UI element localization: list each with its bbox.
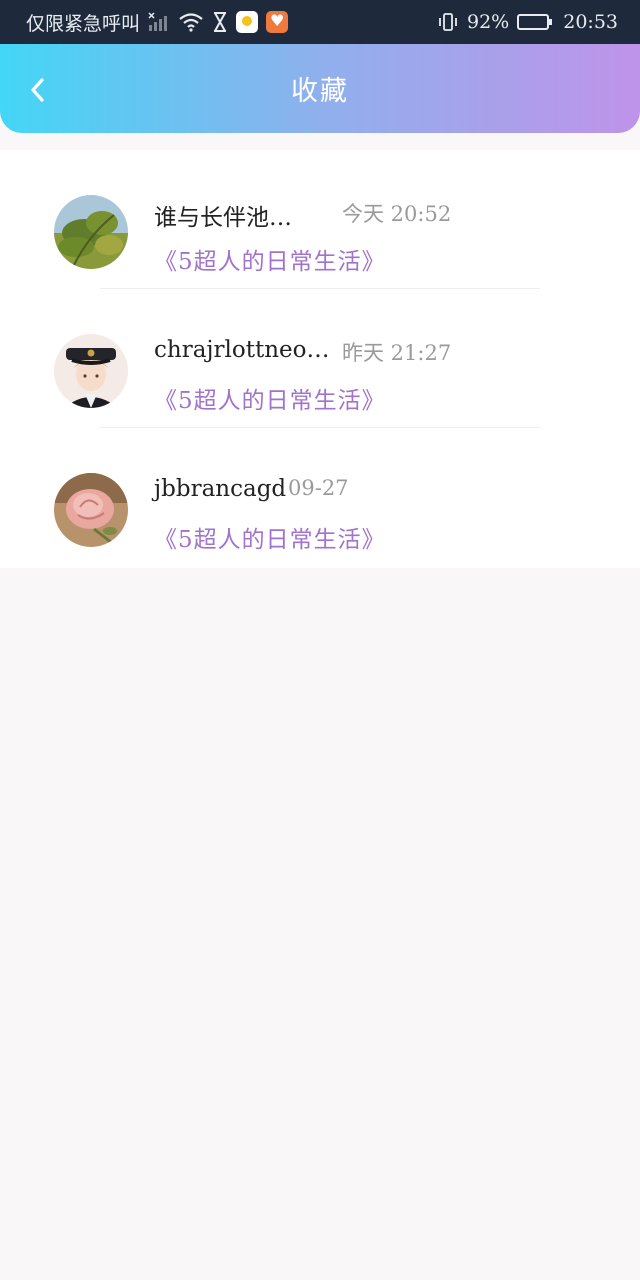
- carrier-text: 仅限紧急呼叫: [26, 12, 141, 35]
- favorites-list: 谁与长伴池… 今天 20:52 《5超人的日常生活》 chrajrlottneo…: [0, 150, 640, 568]
- story-title-link[interactable]: 《5超人的日常生活》: [154, 242, 386, 276]
- user-name: jbbrancagd: [154, 476, 287, 502]
- chevron-left-icon: [31, 78, 44, 102]
- clock: 20:53: [563, 11, 618, 33]
- user-name: chrajrlottneo…: [154, 337, 330, 363]
- heart-app-icon: [266, 11, 289, 33]
- avatar[interactable]: [54, 334, 128, 408]
- list-item[interactable]: 谁与长伴池… 今天 20:52 《5超人的日常生活》: [0, 150, 640, 289]
- avatar[interactable]: [54, 473, 128, 547]
- story-title-link[interactable]: 《5超人的日常生活》: [154, 520, 386, 554]
- avatar[interactable]: [54, 195, 128, 269]
- timestamp: 09-27: [288, 476, 349, 500]
- timestamp: 昨天 21:27: [342, 341, 452, 365]
- battery-icon: [517, 14, 553, 30]
- list-item[interactable]: chrajrlottneo… 昨天 21:27 《5超人的日常生活》: [0, 289, 640, 428]
- page-header: 收藏: [0, 44, 640, 133]
- hourglass-icon: [214, 12, 227, 32]
- signal-icon: [148, 12, 168, 31]
- timestamp: 今天 20:52: [342, 202, 452, 226]
- wifi-icon: [179, 13, 203, 32]
- app-notification-icon: [236, 11, 259, 33]
- story-title-link[interactable]: 《5超人的日常生活》: [154, 381, 386, 415]
- back-button[interactable]: [20, 70, 54, 110]
- page-title: 收藏: [291, 76, 349, 107]
- list-item[interactable]: jbbrancagd 09-27 《5超人的日常生活》: [0, 428, 640, 567]
- vibrate-icon: [439, 13, 457, 31]
- status-bar: 仅限紧急呼叫 92% 20:53: [0, 0, 640, 44]
- battery-percent: 92%: [467, 11, 510, 33]
- user-name: 谁与长伴池…: [154, 205, 292, 231]
